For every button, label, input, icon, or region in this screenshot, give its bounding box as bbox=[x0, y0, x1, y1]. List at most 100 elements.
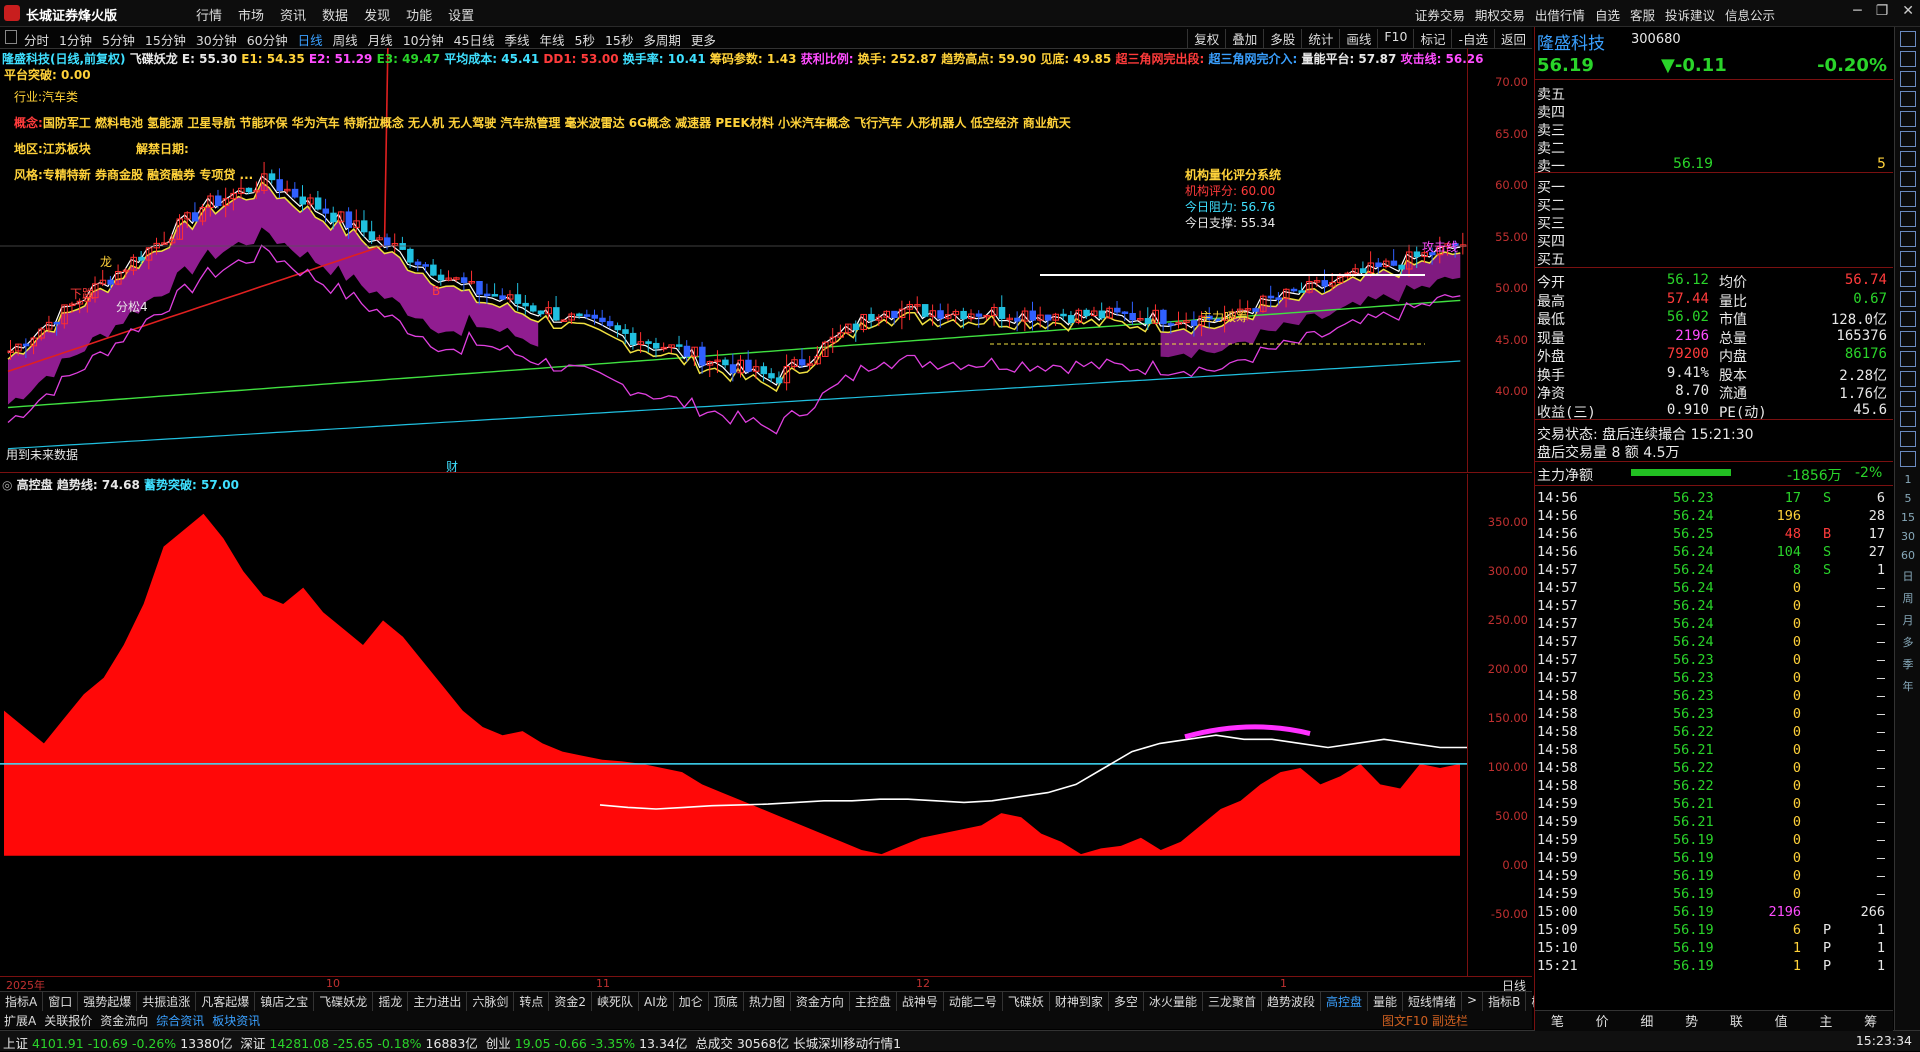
tool-button[interactable]: 叠加 bbox=[1225, 29, 1263, 48]
period-tab[interactable]: 更多 bbox=[691, 30, 716, 49]
menu-item[interactable]: 发现 bbox=[364, 5, 390, 24]
period-tab[interactable]: 日线 bbox=[298, 30, 323, 49]
buy-level-row[interactable]: 买四 bbox=[1537, 231, 1889, 250]
panel-tab[interactable]: 联 bbox=[1730, 1011, 1743, 1031]
sell-level-row[interactable]: 卖三 bbox=[1537, 120, 1889, 139]
candle-body[interactable] bbox=[537, 310, 545, 315]
candle-body[interactable] bbox=[384, 237, 391, 246]
candle-body[interactable] bbox=[583, 314, 591, 317]
candle-body[interactable] bbox=[645, 341, 652, 344]
candle-body[interactable] bbox=[868, 313, 875, 321]
candle-body[interactable] bbox=[276, 179, 283, 191]
side-tool-icon[interactable] bbox=[1900, 391, 1916, 407]
right-menu-item[interactable]: 投诉建议 bbox=[1665, 5, 1715, 24]
side-tool-icon[interactable] bbox=[1900, 371, 1916, 387]
indicator-chart[interactable]: ◎ 高控盘 趋势线: 74.68 蓄势突破: 57.00 350.00 300.0… bbox=[0, 474, 1532, 976]
menu-item[interactable]: 功能 bbox=[406, 5, 432, 24]
candle-body[interactable] bbox=[138, 256, 145, 261]
candle-body[interactable] bbox=[245, 187, 253, 193]
indicator-tab[interactable]: 战神号 bbox=[897, 992, 944, 1011]
indicator-tab[interactable]: 多空 bbox=[1109, 992, 1144, 1011]
period-tab[interactable]: 60分钟 bbox=[247, 30, 288, 49]
indicator-tab[interactable]: 资金2 bbox=[549, 992, 593, 1011]
indicator-tab[interactable]: 量能 bbox=[1368, 992, 1404, 1011]
side-period-link[interactable]: 5 bbox=[1895, 492, 1920, 505]
indicator-tab[interactable]: 三龙聚首 bbox=[1203, 992, 1262, 1011]
sell-level-row[interactable]: 卖一 56.19 5 bbox=[1537, 156, 1889, 175]
indicator-tab[interactable]: 短线情绪 bbox=[1403, 992, 1463, 1011]
tool-button[interactable]: 多股 bbox=[1263, 29, 1301, 48]
right-menu-item[interactable]: 信息公示 bbox=[1725, 5, 1775, 24]
panel-tab[interactable]: 势 bbox=[1685, 1011, 1698, 1031]
indicator-tab[interactable]: 指标A bbox=[0, 992, 44, 1011]
period-tab[interactable]: 10分钟 bbox=[403, 30, 444, 49]
panel-tab[interactable]: 笔 bbox=[1551, 1011, 1564, 1031]
toggle-panel-icon[interactable] bbox=[5, 30, 17, 44]
side-period-link[interactable]: 周 bbox=[1895, 590, 1920, 606]
side-period-link[interactable]: 1 bbox=[1895, 473, 1920, 486]
indicator-tab[interactable]: 峡死队 bbox=[592, 992, 640, 1011]
period-tab[interactable]: 5秒 bbox=[575, 30, 595, 49]
candle-body[interactable] bbox=[522, 302, 529, 307]
candle-body[interactable] bbox=[591, 314, 598, 319]
indicator-canvas[interactable] bbox=[0, 474, 1532, 976]
candle-body[interactable] bbox=[499, 295, 506, 300]
candle-body[interactable] bbox=[937, 310, 944, 319]
panel-tab[interactable]: 主 bbox=[1819, 1011, 1832, 1031]
candle-body[interactable] bbox=[399, 243, 406, 250]
candle-body[interactable] bbox=[699, 346, 706, 366]
candle-body[interactable] bbox=[1267, 295, 1275, 299]
indicator-tab[interactable]: 共振追涨 bbox=[137, 992, 197, 1011]
indicator-tab[interactable]: 飞碟妖 bbox=[1003, 992, 1050, 1011]
candle-body[interactable] bbox=[422, 264, 429, 267]
indicator-tab[interactable]: 主力进出 bbox=[408, 992, 468, 1011]
candle-body[interactable] bbox=[760, 366, 768, 375]
period-tab[interactable]: 15秒 bbox=[605, 30, 633, 49]
candle-body[interactable] bbox=[798, 359, 806, 366]
indicator-tab[interactable]: 强势起爆 bbox=[78, 992, 138, 1011]
tool-button[interactable]: 统计 bbox=[1301, 29, 1339, 48]
candle-body[interactable] bbox=[676, 344, 683, 347]
panel-tab[interactable]: 细 bbox=[1640, 1011, 1653, 1031]
buy-level-row[interactable]: 买二 bbox=[1537, 195, 1889, 214]
kline-canvas[interactable] bbox=[0, 48, 1532, 472]
candle-body[interactable] bbox=[483, 293, 491, 297]
sell-level-row[interactable]: 卖四 bbox=[1537, 102, 1889, 121]
ext-tab[interactable]: 扩展A bbox=[0, 1011, 40, 1029]
indicator-tab[interactable]: AI龙 bbox=[639, 992, 674, 1011]
candle-body[interactable] bbox=[330, 212, 337, 223]
candle-body[interactable] bbox=[745, 359, 752, 372]
ext-tab[interactable]: 关联报价 bbox=[40, 1011, 96, 1029]
tool-button[interactable]: 返回 bbox=[1493, 29, 1532, 48]
side-tool-icon[interactable] bbox=[1900, 451, 1916, 467]
indicator-tab[interactable]: 摇龙 bbox=[373, 992, 409, 1011]
candle-body[interactable] bbox=[1190, 320, 1198, 326]
side-tool-icon[interactable] bbox=[1900, 131, 1916, 147]
indicator-tab[interactable]: 飞碟妖龙 bbox=[314, 992, 374, 1011]
panel-tab[interactable]: 筹 bbox=[1864, 1011, 1877, 1031]
candle-body[interactable] bbox=[345, 211, 353, 228]
candle-body[interactable] bbox=[191, 212, 199, 222]
candle-body[interactable] bbox=[314, 197, 322, 210]
minimize-icon[interactable]: ─ bbox=[1853, 3, 1861, 19]
side-period-link[interactable]: 日 bbox=[1895, 568, 1920, 584]
indicator-tab[interactable]: 加仑 bbox=[674, 992, 709, 1011]
side-period-link[interactable]: 15 bbox=[1895, 511, 1920, 524]
side-tool-icon[interactable] bbox=[1900, 171, 1916, 187]
right-menu-item[interactable]: 客服 bbox=[1630, 5, 1655, 24]
sh-label[interactable]: 上证 bbox=[3, 1036, 28, 1051]
candle-body[interactable] bbox=[53, 321, 61, 325]
side-period-link[interactable]: 60 bbox=[1895, 549, 1920, 562]
menu-item[interactable]: 市场 bbox=[238, 5, 264, 24]
candle-body[interactable] bbox=[291, 188, 299, 198]
candle-body[interactable] bbox=[553, 307, 560, 321]
candle-body[interactable] bbox=[921, 304, 929, 317]
period-tab[interactable]: 季线 bbox=[505, 30, 530, 49]
period-tab[interactable]: 5分钟 bbox=[102, 30, 135, 49]
menu-item[interactable]: 资讯 bbox=[280, 5, 306, 24]
candle-body[interactable] bbox=[576, 313, 583, 317]
indicator-tab[interactable]: 热力图 bbox=[744, 992, 791, 1011]
candle-body[interactable] bbox=[768, 373, 775, 379]
menu-item[interactable]: 行情 bbox=[196, 5, 222, 24]
ext-tab[interactable]: 资金流向 bbox=[96, 1011, 152, 1029]
